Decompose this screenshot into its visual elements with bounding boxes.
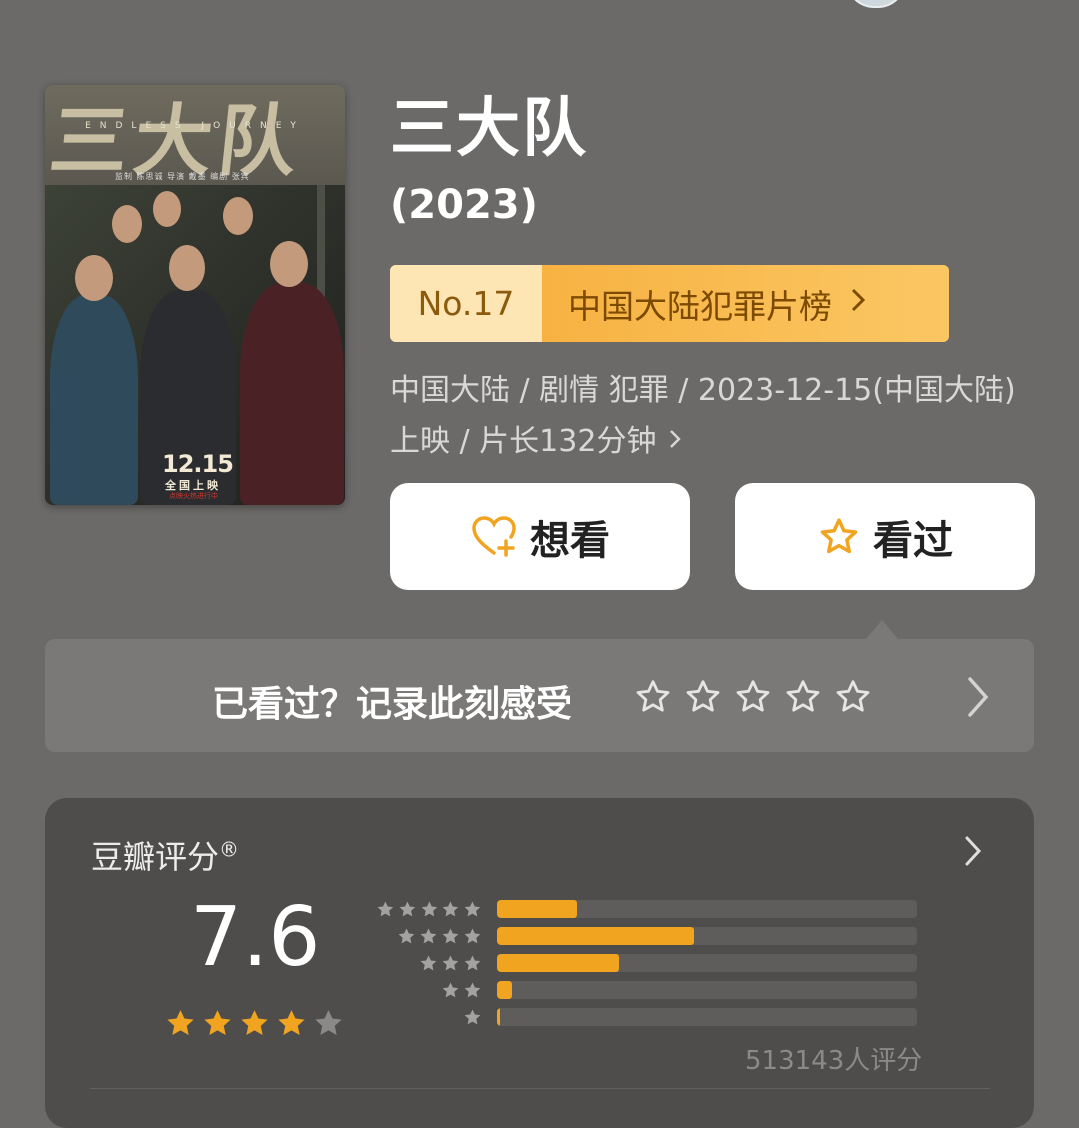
rating-label-text: 豆瓣评分 [91,838,220,876]
star-empty-icon [315,1010,342,1036]
star-small-icon [421,901,437,917]
rate-stars[interactable] [633,677,873,717]
poster-figure [240,283,344,505]
poster-presale-text: 点映火热进行中 [169,492,218,500]
star-filled-icon [204,1010,231,1036]
star-small-icon [443,901,459,917]
star-outline-icon [820,517,858,553]
want-to-watch-button[interactable]: 想看 [390,483,690,590]
star-small-icon [398,928,415,944]
poster-face [169,245,205,291]
poster-release-date: 12.15 [162,450,234,478]
poster-face [223,197,253,235]
star-level-icons [375,1007,483,1028]
heart-plus-icon [472,515,516,557]
rating-bar-track [497,900,917,918]
star-small-icon [420,928,437,944]
star-small-icon [464,901,481,917]
rating-bar-track [497,981,917,999]
watched-label: 看过 [873,517,953,564]
poster-face [75,255,113,301]
star-level-icons [375,899,483,920]
want-to-watch-label: 想看 [530,517,610,564]
rating-bar-fill [497,1008,500,1026]
chevron-right-icon [666,424,684,459]
star-filled-icon [241,1010,268,1036]
movie-title: 三大队 [390,92,588,166]
rating-score: 7.6 [190,890,321,985]
ranking-list: 中国大陆犯罪片榜 [542,265,949,342]
rating-bar-fill [497,954,619,972]
star-small-icon [377,901,394,917]
user-avatar[interactable] [846,0,906,8]
star-level-icons [375,980,483,1001]
prompt-pointer [866,620,898,639]
rating-label: 豆瓣评分® [91,832,239,878]
star-outline-icon[interactable] [683,677,723,717]
star-small-icon [464,928,481,944]
rating-card[interactable]: 豆瓣评分® 7.6 513143人评分 [45,798,1034,1128]
movie-meta-text: 中国大陆 / 剧情 犯罪 / 2023-12-15(中国大陆)上映 / 片长13… [390,373,1016,459]
star-level-icons [375,953,483,974]
poster-face [112,205,142,243]
star-outline-icon[interactable] [733,677,773,717]
star-small-icon [464,982,481,998]
poster-credits: 监制 陈思诚 导演 戴墨 编剧 张宾 [115,172,250,181]
poster-face [153,191,181,227]
poster-english-title: ENDLESS JOURNEY [85,121,305,131]
movie-poster[interactable]: 三大队 ENDLESS JOURNEY 监制 陈思诚 导演 戴墨 编剧 张宾 1… [45,85,345,505]
poster-figure [50,295,138,505]
rating-bar-track [497,927,917,945]
registered-mark: ® [219,837,240,862]
chevron-right-icon [965,675,991,723]
rating-bar-fill [497,900,577,918]
rate-prompt-text: 已看过？记录此刻感受 [212,684,573,725]
star-small-icon [442,955,459,971]
rating-bar-track [497,1008,917,1026]
rating-bar-fill [497,981,512,999]
watched-button[interactable]: 看过 [735,483,1035,590]
ranking-number: No.17 [390,265,542,342]
movie-meta[interactable]: 中国大陆 / 剧情 犯罪 / 2023-12-15(中国大陆)上映 / 片长13… [390,365,1020,467]
chevron-right-icon [850,286,866,321]
ranking-list-name: 中国大陆犯罪片榜 [568,286,832,326]
chevron-right-icon [963,834,983,872]
ranking-badge[interactable]: No.17 中国大陆犯罪片榜 [390,265,949,342]
rating-bar-track [497,954,917,972]
star-small-icon [464,1009,481,1025]
rating-bar-fill [497,927,695,945]
rate-prompt[interactable]: 已看过？记录此刻感受 [45,639,1034,752]
poster-face [270,241,308,287]
star-small-icon [464,955,481,971]
star-small-icon [399,901,416,917]
star-small-icon [442,928,459,944]
star-level-icons [375,926,483,947]
movie-year: (2023) [390,182,538,228]
star-outline-icon[interactable] [633,677,673,717]
star-outline-icon[interactable] [833,677,873,717]
star-filled-icon [167,1010,194,1036]
star-filled-icon [278,1010,305,1036]
star-outline-icon[interactable] [783,677,823,717]
rating-stars [163,1006,346,1041]
rating-count: 513143人评分 [745,1046,923,1076]
star-small-icon [420,955,437,971]
star-small-icon [442,982,459,998]
divider [90,1088,990,1089]
